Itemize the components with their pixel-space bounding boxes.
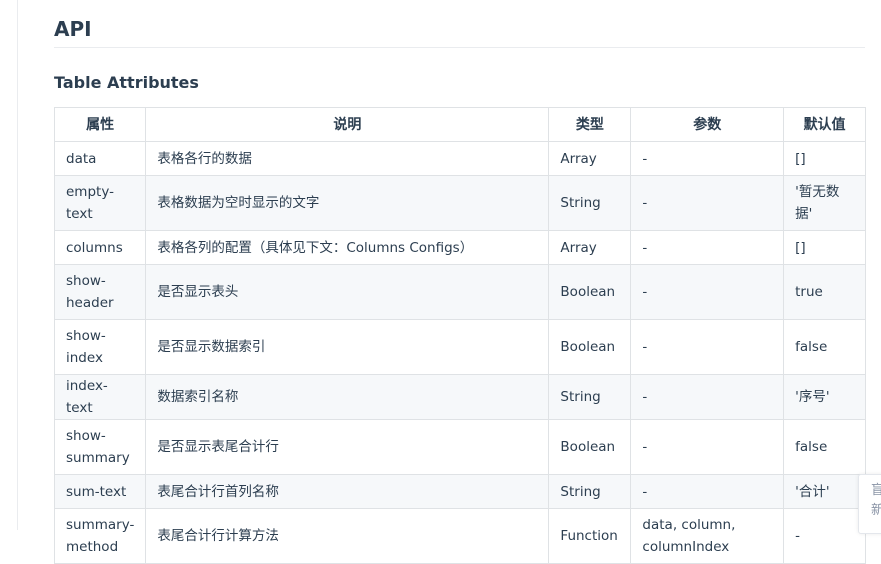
cell-param: - [630, 319, 785, 375]
cell-type: Boolean [548, 419, 632, 475]
attributes-table: 属性 说明 类型 参数 默认值 data 表格各行的数据 Array - [] … [53, 107, 866, 564]
cell-default: [] [783, 141, 866, 176]
cell-param: - [630, 474, 785, 509]
table-header-row: 属性 说明 类型 参数 默认值 [53, 107, 866, 142]
cell-default: '序号' [783, 374, 866, 420]
table-row: summary-method 表尾合计行计算方法 Function data, … [53, 508, 866, 564]
table-row: data 表格各行的数据 Array - [] [53, 141, 866, 176]
side-widget-line-2: 新 [871, 503, 881, 518]
page-title: API [54, 17, 92, 41]
cell-param: - [630, 175, 785, 231]
cell-default: false [783, 419, 866, 475]
sidebar-divider [17, 0, 18, 530]
cell-type: String [548, 175, 632, 231]
title-divider [54, 47, 865, 48]
cell-type: Function [548, 508, 632, 564]
cell-desc: 数据索引名称 [145, 374, 550, 420]
cell-desc: 表格各行的数据 [145, 141, 550, 176]
cell-attr: data [53, 141, 147, 176]
cell-param: - [630, 374, 785, 420]
header-default: 默认值 [783, 107, 866, 142]
cell-attr: show-index [53, 319, 147, 375]
cell-default: false [783, 319, 866, 375]
cell-type: String [548, 374, 632, 420]
section-title: Table Attributes [54, 73, 199, 92]
table-row: show-header 是否显示表头 Boolean - true [53, 264, 866, 320]
cell-attr: columns [53, 230, 147, 265]
header-desc: 说明 [145, 107, 550, 142]
cell-param: - [630, 419, 785, 475]
table-row: sum-text 表尾合计行首列名称 String - '合计' [53, 474, 866, 509]
cell-param: data, column, columnIndex [630, 508, 785, 564]
cell-desc: 表格各列的配置（具体见下文：Columns Configs） [145, 230, 550, 265]
cell-desc: 是否显示表尾合计行 [145, 419, 550, 475]
cell-type: Array [548, 230, 632, 265]
cell-default: true [783, 264, 866, 320]
cell-desc: 表尾合计行计算方法 [145, 508, 550, 564]
table-row: empty-text 表格数据为空时显示的文字 String - '暂无数据' [53, 175, 866, 231]
table-row: columns 表格各列的配置（具体见下文：Columns Configs） A… [53, 230, 866, 265]
table-row: show-index 是否显示数据索引 Boolean - false [53, 319, 866, 375]
cell-default: '合计' [783, 474, 866, 509]
cell-attr: empty-text [53, 175, 147, 231]
cell-default: - [783, 508, 866, 564]
cell-type: String [548, 474, 632, 509]
header-attr: 属性 [53, 107, 147, 142]
cell-attr: show-summary [53, 419, 147, 475]
cell-attr: show-header [53, 264, 147, 320]
cell-type: Boolean [548, 264, 632, 320]
side-widget-line-1: 盲 [871, 483, 881, 498]
cell-param: - [630, 264, 785, 320]
cell-param: - [630, 141, 785, 176]
cell-desc: 是否显示数据索引 [145, 319, 550, 375]
cell-type: Array [548, 141, 632, 176]
cell-param: - [630, 230, 785, 265]
header-param: 参数 [630, 107, 785, 142]
table-row: show-summary 是否显示表尾合计行 Boolean - false [53, 419, 866, 475]
cell-desc: 表格数据为空时显示的文字 [145, 175, 550, 231]
cell-default: '暂无数据' [783, 175, 866, 231]
cell-default: [] [783, 230, 866, 265]
cell-desc: 表尾合计行首列名称 [145, 474, 550, 509]
cell-attr: index-text [53, 374, 147, 420]
header-type: 类型 [548, 107, 632, 142]
table-row: index-text 数据索引名称 String - '序号' [53, 374, 866, 420]
cell-attr: summary-method [53, 508, 147, 564]
cell-attr: sum-text [53, 474, 147, 509]
cell-type: Boolean [548, 319, 632, 375]
cell-desc: 是否显示表头 [145, 264, 550, 320]
floating-side-widget[interactable]: 盲 新 [858, 474, 881, 534]
